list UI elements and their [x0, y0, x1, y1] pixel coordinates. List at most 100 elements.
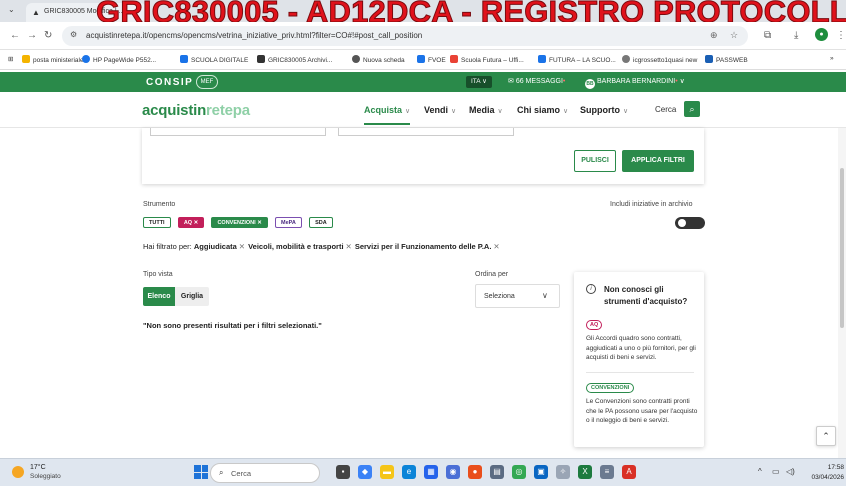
filter-field[interactable]: [150, 128, 326, 136]
scroll-to-top-button[interactable]: ⌃: [816, 426, 836, 446]
weather-sun-icon[interactable]: [12, 466, 24, 478]
sort-value: Seleziona: [484, 293, 515, 300]
clock-date[interactable]: 03/04/2026: [800, 474, 844, 481]
chevron-down-icon: ∨: [679, 78, 685, 85]
chevron-down-icon: ∨: [497, 108, 503, 115]
mef-logo[interactable]: MEF: [196, 75, 218, 89]
close-icon[interactable]: ✕: [257, 220, 262, 226]
consip-logo[interactable]: CONSIP: [146, 77, 193, 88]
view-grid-button[interactable]: Griglia: [175, 287, 209, 306]
calculator-icon[interactable]: ▤: [490, 465, 504, 479]
apply-filters-button[interactable]: APPLICA FILTRI: [622, 150, 694, 172]
menu-vendi[interactable]: Vendi ∨: [424, 105, 456, 115]
chip-aq[interactable]: AQ ✕: [177, 217, 205, 228]
bookmark-5[interactable]: FVOE: [417, 55, 446, 64]
edge-icon[interactable]: e: [402, 465, 416, 479]
no-results-message: "Non sono presenti risultati per i filtr…: [143, 321, 322, 330]
menu-acquista[interactable]: Acquista ∨: [364, 105, 411, 125]
url-field[interactable]: ⚙ acquistinretepa.it/opencms/opencms/vet…: [62, 26, 748, 46]
chrome-icon[interactable]: ◎: [512, 465, 526, 479]
messages-link[interactable]: ✉ 66 MESSAGGI•: [508, 77, 565, 85]
sort-select[interactable]: Seleziona ∨: [475, 284, 560, 308]
info-icon: i: [586, 284, 596, 294]
tab-list-icon[interactable]: ⌄: [8, 5, 20, 17]
bookmark-1[interactable]: HP PageWide P552...: [82, 55, 156, 64]
url-text: acquistinretepa.it/opencms/opencms/vetri…: [86, 31, 423, 40]
zoom-icon[interactable]: ⊕: [710, 30, 718, 41]
bookmark-9[interactable]: PASSWEB: [705, 55, 748, 64]
active-filter-item: Servizi per il Funzionamento delle P.A.: [354, 242, 492, 251]
copilot-icon[interactable]: ◆: [358, 465, 372, 479]
bookmark-icon: [622, 55, 630, 63]
file-explorer-icon[interactable]: ▬: [380, 465, 394, 479]
info-title: Non conosci gli strumenti d'acquisto?: [604, 285, 688, 306]
bookmark-star-icon[interactable]: ☆: [730, 30, 738, 41]
active-filter-item: Aggiudicata: [193, 242, 237, 251]
info-panel: i Non conosci gli strumenti d'acquisto? …: [574, 272, 704, 447]
chevron-down-icon: ∨: [563, 108, 569, 115]
chip-sda[interactable]: SDA: [309, 217, 333, 228]
close-icon[interactable]: ✕: [239, 242, 245, 251]
bookmark-icon: [22, 55, 30, 63]
taskbar-search[interactable]: ⌕ Cerca: [210, 463, 320, 483]
bookmark-2[interactable]: SCUOLA DIGITALE: [180, 55, 248, 64]
store-icon[interactable]: ▦: [424, 465, 438, 479]
windows-start-icon[interactable]: [194, 465, 208, 479]
envelope-icon: ✉: [508, 78, 514, 85]
extensions-icon[interactable]: ⧉: [764, 30, 771, 41]
task-view-icon[interactable]: ▪: [336, 465, 350, 479]
bookmark-7[interactable]: FUTURA – LA SCUO...: [538, 55, 616, 64]
site-header: acquistinretepa Acquista ∨ Vendi ∨ Media ∨ …: [0, 92, 846, 128]
scrollbar-thumb[interactable]: [840, 168, 844, 328]
app-icon[interactable]: ✧: [556, 465, 570, 479]
menu-media[interactable]: Media ∨: [469, 105, 503, 115]
back-icon[interactable]: ←: [10, 30, 20, 41]
clear-filters-button[interactable]: PULISCI: [574, 150, 616, 172]
forward-icon[interactable]: →: [27, 30, 37, 41]
user-menu[interactable]: BB BARBARA BERNARDINI• ∨: [585, 77, 685, 89]
site-info-icon[interactable]: ⚙: [70, 30, 77, 39]
close-icon[interactable]: ✕: [493, 242, 499, 251]
menu-kebab-icon[interactable]: ⋮: [836, 30, 846, 41]
bookmark-3[interactable]: GRIC830005 Archivi...: [257, 55, 332, 64]
search-label[interactable]: Cerca: [655, 105, 676, 114]
bookmark-0[interactable]: posta ministeriale: [22, 55, 84, 64]
archive-toggle[interactable]: [675, 217, 705, 229]
menu-supporto[interactable]: Supporto ∨: [580, 105, 628, 115]
close-icon[interactable]: ✕: [194, 220, 199, 226]
firefox-icon[interactable]: ●: [468, 465, 482, 479]
close-icon[interactable]: ✕: [346, 242, 352, 251]
excel-icon[interactable]: X: [578, 465, 592, 479]
bookmark-4[interactable]: Nuova scheda: [352, 55, 405, 64]
filter-panel: PULISCI APPLICA FILTRI: [142, 128, 704, 184]
reload-icon[interactable]: ↻: [44, 30, 52, 41]
bookmark-8[interactable]: icgrossetto1quasi new: [622, 55, 697, 64]
bookmark-6[interactable]: Scuola Futura – Uffi...: [450, 55, 524, 64]
bookmarks-bar: ⊞ posta ministeriale HP PageWide P552...…: [0, 50, 846, 70]
app-icon[interactable]: ◉: [446, 465, 460, 479]
clock-time[interactable]: 17:58: [816, 464, 844, 471]
app-icon[interactable]: ≡: [600, 465, 614, 479]
chip-mepa[interactable]: MePA: [275, 217, 302, 228]
menu-chi-siamo[interactable]: Chi siamo ∨: [517, 105, 568, 115]
app-icon[interactable]: ▣: [534, 465, 548, 479]
profile-avatar[interactable]: ●: [815, 28, 828, 41]
chevron-up-icon: ⌃: [822, 431, 830, 441]
view-list-button[interactable]: Elenco: [143, 287, 175, 306]
tray-chevron-up-icon[interactable]: ^: [758, 467, 762, 476]
acrobat-icon[interactable]: A: [622, 465, 636, 479]
apps-grid-icon[interactable]: ⊞: [8, 55, 13, 63]
volume-icon[interactable]: ◁): [786, 467, 795, 476]
info-text-convenzioni: Le Convenzioni sono contratti pronti che…: [586, 398, 698, 424]
search-button[interactable]: ⌕: [684, 101, 700, 117]
bookmark-icon: [450, 55, 458, 63]
chip-convenzioni[interactable]: CONVENZIONI ✕: [211, 217, 268, 228]
filter-field[interactable]: [338, 128, 514, 136]
chip-tutti[interactable]: TUTTI: [143, 217, 171, 228]
language-select[interactable]: ITA ∨: [466, 76, 492, 88]
bookmarks-more[interactable]: »: [830, 55, 834, 62]
site-logo[interactable]: acquistinretepa: [142, 102, 250, 119]
browser-tab-bar: ⌄ ▲ GRIC830005 Modifica | ... GRIC830005…: [0, 0, 846, 30]
download-icon[interactable]: ⤓: [794, 30, 798, 41]
network-icon[interactable]: ▭: [772, 467, 780, 476]
